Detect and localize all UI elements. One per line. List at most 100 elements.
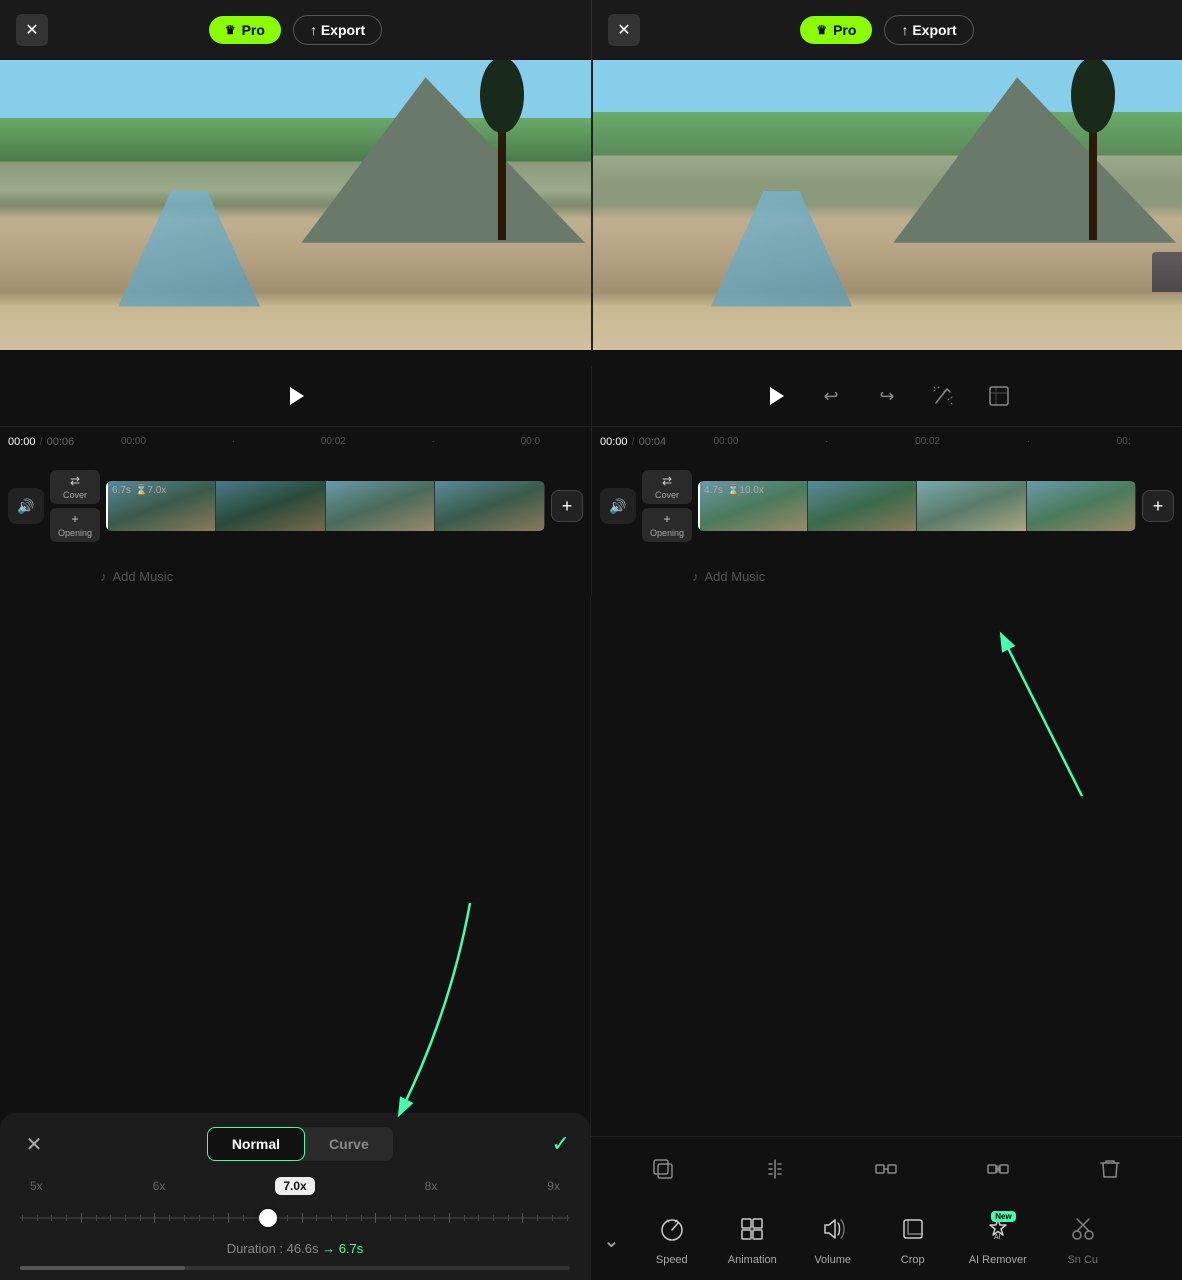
crop-tool-label: Crop — [901, 1254, 925, 1266]
left-cover-label: Cover — [63, 490, 87, 500]
right-total-time: 00:04 — [639, 436, 667, 448]
ai-remover-tool-item[interactable]: AI New AI Remover — [953, 1211, 1043, 1270]
chevron-down-button[interactable]: ⌄ — [591, 1228, 632, 1253]
copy-tool-button[interactable] — [641, 1147, 685, 1191]
speed-tool-item[interactable]: Speed — [632, 1211, 712, 1270]
left-preview — [0, 60, 591, 350]
left-header: ✕ ♛ Pro ↑ Export — [0, 0, 591, 60]
right-timeline-ticks: 00:00 · 00:02 · 00: — [670, 436, 1174, 447]
left-add-track-button[interactable]: + — [551, 490, 583, 522]
speed-close-button[interactable]: ✕ — [20, 1130, 48, 1158]
opening-icon: + — [72, 512, 79, 526]
right-pro-label: Pro — [833, 22, 856, 38]
left-video-frame — [0, 60, 591, 350]
left-current-time: 00:00 — [8, 436, 36, 448]
speed-panel: ✕ Normal Curve ✓ 5x 6x 7.0x 8x 9x — [0, 1113, 590, 1280]
sn-cu-tool-item[interactable]: Sn Cu — [1043, 1211, 1123, 1270]
ai-remover-tool-label: AI Remover — [969, 1254, 1027, 1266]
duration-label: Duration : 46.6s — [227, 1241, 319, 1256]
right-playhead — [698, 481, 700, 531]
left-crown-icon: ♛ — [225, 23, 236, 37]
wand-icon — [932, 385, 954, 407]
split-tool-button[interactable] — [753, 1147, 797, 1191]
speed-panel-scrollbar — [20, 1266, 570, 1270]
right-track-info: 4.7s ⌛10.0x — [704, 485, 764, 496]
right-export-button[interactable]: ↑ Export — [884, 15, 973, 45]
expand-button[interactable] — [981, 378, 1017, 414]
magic-button[interactable] — [925, 378, 961, 414]
right-cover-label: Cover — [655, 490, 679, 500]
append-icon — [874, 1157, 898, 1181]
add-music-row: ♪ Add Music ♪ Add Music — [0, 556, 1182, 596]
left-pro-button[interactable]: ♛ Pro — [209, 16, 281, 44]
left-add-music-label: Add Music — [113, 569, 174, 584]
cover-icon: ⇄ — [70, 474, 80, 488]
speed-tick-7x: 7.0x — [275, 1177, 314, 1195]
volume-tool-item[interactable]: Volume — [793, 1211, 873, 1270]
speed-slider-thumb[interactable] — [259, 1209, 277, 1227]
left-controls — [0, 366, 591, 426]
animation-tool-item[interactable]: Animation — [712, 1211, 793, 1270]
speed-tab-curve[interactable]: Curve — [305, 1127, 393, 1161]
header: ✕ ♛ Pro ↑ Export ✕ ♛ Pro ↑ Export — [0, 0, 1182, 60]
left-playhead — [106, 481, 108, 531]
speed-confirm-button[interactable]: ✓ — [552, 1131, 570, 1157]
left-video-track[interactable]: 6.7s ⌛7.0x — [106, 481, 545, 531]
left-close-button[interactable]: ✕ — [16, 14, 48, 46]
right-opening-button[interactable]: + Opening — [642, 508, 692, 542]
trim-tool-button[interactable] — [976, 1147, 1020, 1191]
right-add-music-label: Add Music — [705, 569, 766, 584]
delete-tool-button[interactable] — [1088, 1147, 1132, 1191]
right-header: ✕ ♛ Pro ↑ Export — [591, 0, 1182, 60]
speed-tool-label: Speed — [656, 1254, 688, 1266]
right-track-duration: 4.7s — [704, 485, 723, 496]
speed-icon — [658, 1215, 686, 1243]
right-current-time: 00:00 — [600, 436, 628, 448]
left-export-button[interactable]: ↑ Export — [293, 15, 382, 45]
left-pro-label: Pro — [242, 22, 265, 38]
svg-text:AI: AI — [994, 1234, 1001, 1241]
left-timeline-header: 00:00 / 00:06 00:00 · 00:02 · 00:0 — [0, 426, 591, 456]
left-total-time: 00:06 — [47, 436, 75, 448]
chevron-down-icon: ⌄ — [603, 1230, 620, 1252]
right-music-note-icon: ♪ — [692, 569, 699, 584]
right-track-buttons: ⇄ Cover + Opening — [642, 470, 692, 542]
right-preview — [591, 60, 1182, 350]
left-cover-button[interactable]: ⇄ Cover — [50, 470, 100, 504]
right-play-button[interactable] — [757, 378, 793, 414]
volume-icon-wrap — [819, 1215, 847, 1248]
sn-cu-tool-label: Sn Cu — [1067, 1254, 1098, 1266]
right-crown-icon: ♛ — [816, 23, 827, 37]
right-cover-icon: ⇄ — [662, 474, 672, 488]
copy-icon — [651, 1157, 675, 1181]
right-volume-icon: 🔊 — [609, 498, 626, 515]
undo-button[interactable]: ↩ — [813, 378, 849, 414]
controls-row: ↩ ↪ — [0, 366, 1182, 426]
redo-button[interactable]: ↪ — [869, 378, 905, 414]
append-tool-button[interactable] — [864, 1147, 908, 1191]
left-play-button[interactable] — [278, 378, 314, 414]
right-add-track-button[interactable]: + — [1142, 490, 1174, 522]
right-controls: ↩ ↪ — [591, 366, 1182, 426]
right-play-icon — [770, 387, 784, 405]
right-video-track[interactable]: 4.7s ⌛10.0x — [698, 481, 1136, 531]
right-cover-button[interactable]: ⇄ Cover — [642, 470, 692, 504]
duration-arrow-icon: → — [322, 1241, 335, 1256]
left-opening-button[interactable]: + Opening — [50, 508, 100, 542]
speed-tabs: Normal Curve — [207, 1127, 393, 1161]
speed-slider-track[interactable] — [20, 1203, 570, 1233]
timeline-tracks: 🔊 ⇄ Cover + Opening 6.7s ⌛7.0x — [0, 456, 1182, 556]
right-close-button[interactable]: ✕ — [608, 14, 640, 46]
volume-tool-label: Volume — [814, 1254, 851, 1266]
left-volume-button[interactable]: 🔊 — [8, 488, 44, 524]
duration-after-value: 6.7s — [339, 1241, 364, 1256]
right-pro-button[interactable]: ♛ Pro — [800, 16, 872, 44]
undo-icon: ↩ — [823, 386, 838, 407]
ai-new-badge: New — [991, 1211, 1015, 1222]
left-timeline-track: 🔊 ⇄ Cover + Opening 6.7s ⌛7.0x — [0, 456, 591, 556]
right-volume-button[interactable]: 🔊 — [600, 488, 636, 524]
speed-scale: 5x 6x 7.0x 8x 9x — [20, 1177, 570, 1195]
left-play-icon — [290, 387, 304, 405]
speed-tab-normal[interactable]: Normal — [207, 1127, 305, 1161]
crop-tool-item[interactable]: Crop — [873, 1211, 953, 1270]
